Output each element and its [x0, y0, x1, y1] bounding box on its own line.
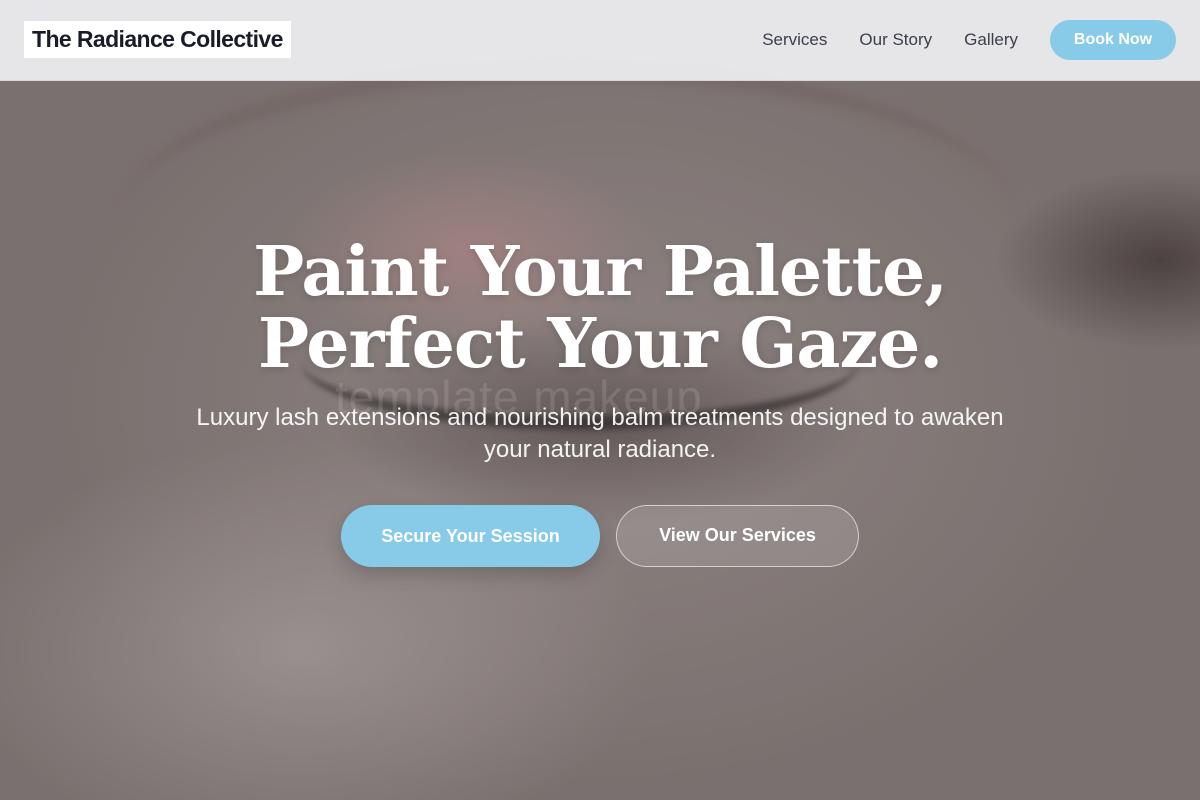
headline-line-2: Perfect Your Gaze.: [257, 304, 943, 384]
hero-content: Paint Your Palette, Perfect Your Gaze. L…: [0, 0, 1200, 800]
nav-link-our-story[interactable]: Our Story: [859, 20, 932, 60]
nav-link-services[interactable]: Services: [762, 20, 827, 60]
book-now-button[interactable]: Book Now: [1050, 20, 1176, 60]
site-header: The Radiance Collective Services Our Sto…: [0, 0, 1200, 81]
site-logo[interactable]: The Radiance Collective: [24, 21, 291, 58]
hero-headline: Paint Your Palette, Perfect Your Gaze.: [0, 236, 1200, 380]
headline-line-1: Paint Your Palette,: [253, 232, 948, 312]
nav-link-gallery[interactable]: Gallery: [964, 20, 1018, 60]
main-nav: Services Our Story Gallery Book Now: [762, 20, 1176, 60]
view-services-button[interactable]: View Our Services: [616, 505, 859, 567]
secure-session-button[interactable]: Secure Your Session: [341, 505, 600, 567]
hero-subtitle: Luxury lash extensions and nourishing ba…: [196, 404, 1004, 463]
